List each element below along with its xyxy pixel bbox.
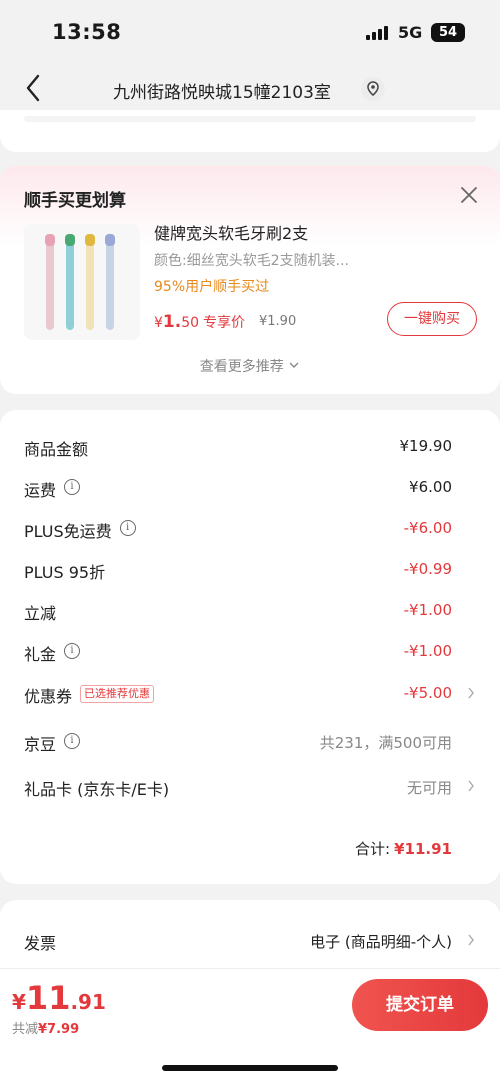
summary-row: 京豆 i 共231，满500可用 [24,727,476,757]
summary-label: 运费 [24,481,57,500]
nav-bar: 九州街路悦映城15幢2103室 [0,62,500,114]
summary-value: 共231，满500可用 [319,734,452,752]
product-popularity: 95%用户顺手买过 [154,279,270,295]
summary-row: 商品金额 ¥19.90 [24,432,476,462]
recommend-title: 顺手买更划算 [24,191,126,211]
chevron-right-icon [468,687,474,699]
summary-row[interactable]: 礼品卡 (京东卡/E卡) 无可用 [24,772,476,802]
summary-row: PLUS 95折 -¥0.99 [24,555,476,585]
toothbrush-graphic [85,234,95,330]
invoice-row[interactable]: 发票 电子 (商品明细-个人) [24,926,476,956]
toothbrush-graphic [105,234,115,330]
summary-row: 礼金 i -¥1.00 [24,637,476,667]
home-indicator [162,1065,338,1071]
summary-label: PLUS免运费 [24,522,112,541]
status-time: 13:58 [52,20,122,44]
battery-icon: 54 [431,23,465,42]
total-row: 合计: ¥11.91 [355,840,452,858]
info-icon[interactable]: i [64,643,81,659]
signal-icon [366,26,392,40]
location-icon[interactable] [360,76,386,102]
summary-value: -¥1.00 [403,642,452,660]
saved-amount: 共减¥7.99 [12,1022,80,1037]
back-icon[interactable] [22,72,52,104]
product-name[interactable]: 健牌宽头软毛牙刷2支 [154,220,308,244]
product-image[interactable] [24,224,140,340]
info-icon[interactable]: i [119,520,136,536]
delivery-address[interactable]: 九州街路悦映城15幢2103室 [113,78,331,103]
summary-value: 无可用 [406,779,452,797]
more-recommend-link[interactable]: 查看更多推荐 [0,356,500,376]
chevron-right-icon [468,780,474,792]
toothbrush-graphic [45,234,55,330]
checkout-bar: ¥11.91 共减¥7.99 提交订单 [0,968,500,1081]
address-card-bottom [0,110,500,152]
summary-row[interactable]: 优惠券 已选推荐优惠 -¥5.00 [24,679,476,709]
product-price: ¥1.50 专享价 [154,312,246,332]
invoice-label: 发票 [24,934,57,953]
summary-value: -¥0.99 [403,560,452,578]
pay-total: ¥11.91 [12,979,106,1017]
one-click-buy-button[interactable]: 一键购买 [387,302,477,336]
summary-label: 商品金额 [24,440,89,459]
toothbrush-graphic [65,234,75,330]
invoice-value: 电子 (商品明细-个人) [310,933,452,951]
close-icon[interactable] [458,184,480,206]
status-bar: 13:58 5G 54 [0,0,500,60]
summary-value: ¥6.00 [409,478,452,496]
summary-value: -¥5.00 [403,684,452,702]
summary-value: ¥19.90 [399,437,453,455]
chevron-right-icon [468,934,474,946]
original-price: ¥1.90 [259,314,297,329]
info-icon[interactable]: i [64,479,81,495]
summary-label: 礼金 [24,645,57,664]
summary-label: 优惠券 [24,687,73,706]
product-spec: 颜色:细丝宽头软毛2支随机装... [154,253,349,269]
network-type: 5G [398,23,423,42]
summary-label: PLUS 95折 [24,563,106,582]
summary-label: 京豆 [24,735,57,754]
coupon-badge: 已选推荐优惠 [80,685,155,703]
chevron-down-icon [289,362,299,368]
summary-label: 礼品卡 (京东卡/E卡) [24,780,170,799]
summary-label: 立减 [24,604,57,623]
summary-value: -¥1.00 [403,601,452,619]
price-summary-card: 合计: ¥11.91 商品金额 ¥19.90 运费 i ¥6.00 PLUS免运费 i -¥6.… [0,410,500,884]
summary-row: 运费 i ¥6.00 [24,473,476,503]
submit-order-button[interactable]: 提交订单 [352,979,488,1031]
summary-value: -¥6.00 [403,519,452,537]
info-icon[interactable]: i [64,733,81,749]
summary-row: PLUS免运费 i -¥6.00 [24,514,476,544]
summary-row: 立减 -¥1.00 [24,596,476,626]
